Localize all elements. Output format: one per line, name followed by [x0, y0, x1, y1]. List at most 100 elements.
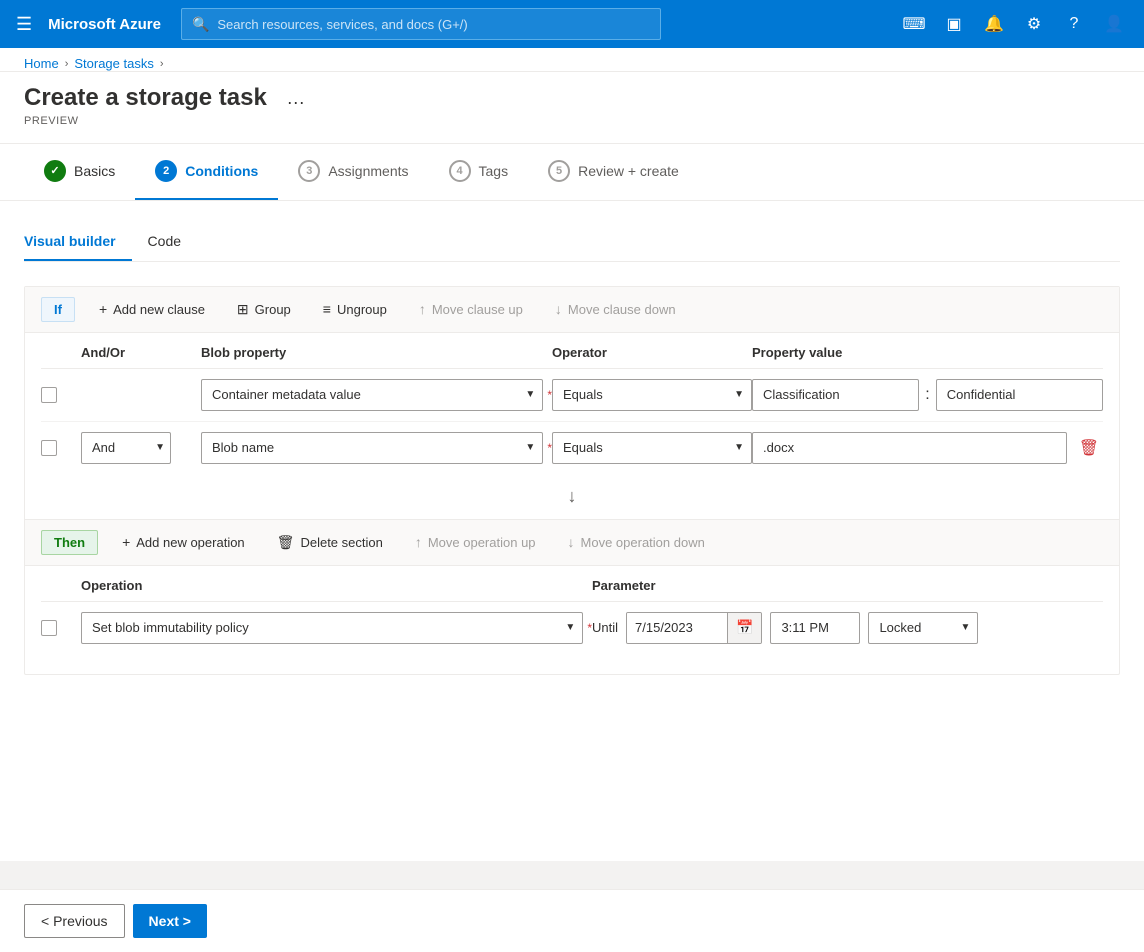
row2-property-value-cell: 🗑	[752, 432, 1103, 464]
operation-table: Operation Parameter Set blob immutabilit…	[25, 566, 1119, 654]
row2-checkbox-cell	[41, 440, 81, 456]
settings-icon[interactable]: ⚙	[1016, 6, 1052, 42]
search-input[interactable]	[217, 17, 650, 32]
add-new-clause-label: Add new clause	[113, 302, 205, 317]
next-button[interactable]: Next >	[133, 904, 207, 938]
row2-operator-wrapper: Equals ▼	[552, 432, 752, 464]
header-operator: Operator	[552, 345, 752, 360]
row2-operator-select[interactable]: Equals	[552, 432, 752, 464]
step-circle-basics: ✓	[44, 160, 66, 182]
op-header-operation: Operation	[81, 578, 592, 593]
move-op-down-icon: ↓	[568, 534, 575, 550]
op-row1-checkbox[interactable]	[41, 620, 57, 636]
search-icon: 🔍	[192, 16, 209, 33]
row1-operator-cell: Equals ▼	[552, 379, 752, 411]
then-section-header: Then + Add new operation 🗑 Delete sectio…	[25, 519, 1119, 566]
wizard-step-tags[interactable]: 4 Tags	[429, 144, 529, 200]
wizard-step-review[interactable]: 5 Review + create	[528, 144, 699, 200]
row2-blob-property-select[interactable]: Blob name	[201, 432, 543, 464]
cloud-shell-icon[interactable]: ▣	[936, 6, 972, 42]
breadcrumb-storage-tasks[interactable]: Storage tasks	[74, 56, 154, 71]
clause-row-1: Container metadata value ▼ * Equals ▼	[41, 369, 1103, 422]
row1-blob-property-select[interactable]: Container metadata value	[201, 379, 543, 411]
search-bar[interactable]: 🔍	[181, 8, 661, 40]
terminal-icon[interactable]: ⌨	[896, 6, 932, 42]
step-circle-assignments: 3	[298, 160, 320, 182]
op-row1-operation-wrapper: Set blob immutability policy ▼	[81, 612, 583, 644]
row1-colon-separator: :	[923, 386, 931, 404]
add-new-operation-label: Add new operation	[136, 535, 244, 550]
row1-operator-select[interactable]: Equals	[552, 379, 752, 411]
step-label-tags: Tags	[479, 163, 509, 179]
more-options-button[interactable]: ···	[279, 88, 313, 117]
ungroup-icon: ≡	[323, 301, 331, 317]
main-content: Visual builder Code If + Add new clause …	[0, 201, 1144, 861]
row1-checkbox-cell	[41, 387, 81, 403]
delete-section-button[interactable]: 🗑 Delete section	[269, 530, 391, 555]
tab-code-label: Code	[148, 233, 181, 249]
move-clause-down-button[interactable]: ↓ Move clause down	[547, 297, 684, 321]
step-circle-review: 5	[548, 160, 570, 182]
ungroup-button[interactable]: ≡ Ungroup	[315, 297, 395, 321]
arrow-down-icon: ↓	[555, 301, 562, 317]
breadcrumb-home[interactable]: Home	[24, 56, 59, 71]
app-title: Microsoft Azure	[48, 16, 161, 33]
header-property-value: Property value	[752, 345, 1103, 360]
date-input-wrapper: 📅	[626, 612, 762, 644]
tab-visual-builder[interactable]: Visual builder	[24, 225, 132, 261]
account-icon[interactable]: 👤	[1096, 6, 1132, 42]
wizard-step-assignments[interactable]: 3 Assignments	[278, 144, 428, 200]
if-clause-table: And/Or Blob property Operator Property v…	[25, 333, 1119, 474]
op-row1-checkbox-cell	[41, 620, 81, 636]
locked-select[interactable]: Locked Unlocked	[868, 612, 978, 644]
hamburger-menu-icon[interactable]: ☰	[12, 10, 36, 39]
operation-row-1: Set blob immutability policy ▼ * Until 📅	[41, 602, 1103, 654]
row1-prop-val-input[interactable]	[936, 379, 1103, 411]
row2-operator-cell: Equals ▼	[552, 432, 752, 464]
move-clause-up-label: Move clause up	[432, 302, 523, 317]
row2-and-or-cell: And Or ▼	[81, 432, 201, 464]
row2-blob-property-cell: Blob name ▼ *	[201, 432, 552, 464]
wizard-step-conditions[interactable]: 2 Conditions	[135, 144, 278, 200]
op-row1-operation-select[interactable]: Set blob immutability policy	[81, 612, 583, 644]
group-button[interactable]: ⊞ Group	[229, 297, 299, 322]
page-title: Create a storage task	[24, 84, 267, 113]
wizard-steps: ✓ Basics 2 Conditions 3 Assignments 4 Ta…	[0, 144, 1144, 201]
step-circle-tags: 4	[449, 160, 471, 182]
previous-button[interactable]: < Previous	[24, 904, 125, 938]
delete-section-icon: 🗑	[277, 534, 295, 551]
add-new-clause-button[interactable]: + Add new clause	[91, 297, 213, 321]
calendar-icon-button[interactable]: 📅	[727, 613, 761, 643]
until-label: Until	[592, 620, 618, 635]
top-navigation: ☰ Microsoft Azure 🔍 ⌨ ▣ 🔔 ⚙ ? 👤	[0, 0, 1144, 48]
row2-prop-val-input[interactable]	[752, 432, 1067, 464]
move-operation-up-label: Move operation up	[428, 535, 536, 550]
row1-checkbox[interactable]	[41, 387, 57, 403]
row1-prop-key-input[interactable]	[752, 379, 919, 411]
date-input[interactable]	[627, 613, 727, 643]
help-icon[interactable]: ?	[1056, 6, 1092, 42]
preview-badge: PREVIEW	[24, 115, 267, 127]
then-badge: Then	[41, 530, 98, 555]
row2-delete-button[interactable]: 🗑	[1075, 434, 1103, 462]
breadcrumb-sep-1: ›	[65, 58, 69, 70]
wizard-step-basics[interactable]: ✓ Basics	[24, 144, 135, 200]
tab-code[interactable]: Code	[132, 225, 197, 261]
row1-blob-property-cell: Container metadata value ▼ *	[201, 379, 552, 411]
move-operation-up-button[interactable]: ↑ Move operation up	[407, 530, 544, 554]
step-label-basics: Basics	[74, 163, 115, 179]
view-tabs: Visual builder Code	[24, 225, 1120, 262]
row2-and-or-select[interactable]: And Or	[81, 432, 171, 464]
notifications-icon[interactable]: 🔔	[976, 6, 1012, 42]
tab-visual-builder-label: Visual builder	[24, 233, 116, 249]
op-row1-operation-cell: Set blob immutability policy ▼ *	[81, 612, 592, 644]
step-label-review: Review + create	[578, 163, 679, 179]
add-new-operation-button[interactable]: + Add new operation	[114, 530, 253, 554]
nav-icons: ⌨ ▣ 🔔 ⚙ ? 👤	[896, 6, 1132, 42]
move-operation-down-button[interactable]: ↓ Move operation down	[560, 530, 713, 554]
op-header-checkbox-col	[41, 578, 81, 593]
operation-header-row: Operation Parameter	[41, 566, 1103, 602]
move-clause-up-button[interactable]: ↑ Move clause up	[411, 297, 531, 321]
time-input[interactable]	[770, 612, 860, 644]
row2-checkbox[interactable]	[41, 440, 57, 456]
